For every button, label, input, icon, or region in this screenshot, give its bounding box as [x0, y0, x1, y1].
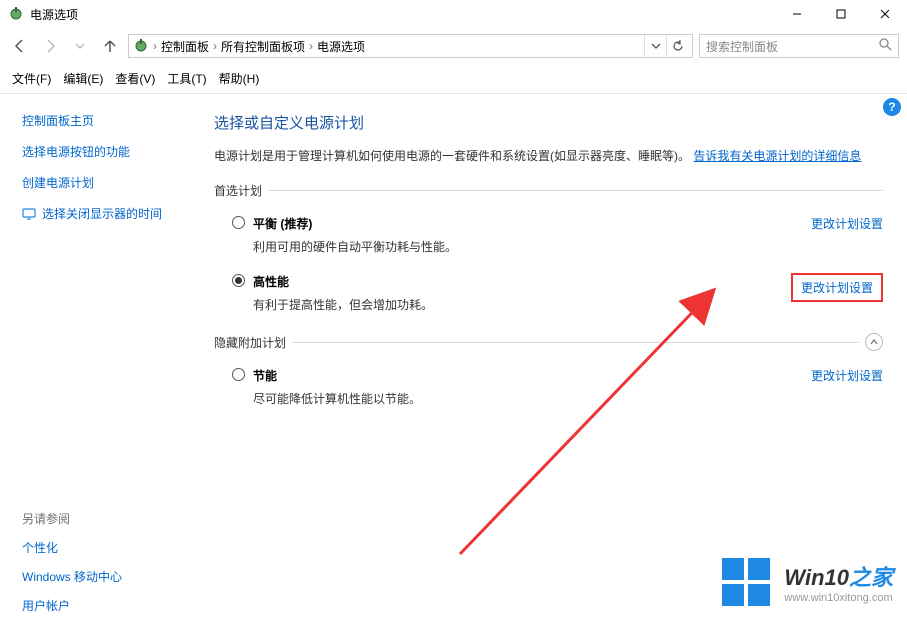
- change-plan-link-balanced[interactable]: 更改计划设置: [811, 215, 883, 232]
- menu-file[interactable]: 文件(F): [8, 68, 55, 89]
- plan-row-high-performance: 高性能 有利于提高性能，但会增加功耗。 更改计划设置: [214, 267, 883, 315]
- annotation-arrow: [440, 284, 730, 564]
- main-panel: 选择或自定义电源计划 电源计划是用于管理计算机如何使用电源的一套硬件和系统设置(…: [190, 94, 907, 624]
- plan-hint: 利用可用的硬件自动平衡功耗与性能。: [253, 238, 803, 255]
- menu-edit[interactable]: 编辑(E): [59, 68, 107, 89]
- breadcrumb-item[interactable]: 电源选项: [317, 38, 365, 55]
- breadcrumb-item[interactable]: 控制面板: [161, 38, 209, 55]
- up-button[interactable]: [98, 34, 122, 58]
- link-personalization[interactable]: 个性化: [22, 539, 174, 556]
- watermark: Win10之家 www.win10xitong.com: [722, 558, 893, 606]
- chevron-right-icon: ›: [153, 39, 157, 53]
- plan-name[interactable]: 高性能: [253, 273, 783, 290]
- search-icon: [879, 38, 892, 54]
- page-description: 电源计划是用于管理计算机如何使用电源的一套硬件和系统设置(如显示器亮度、睡眠等)…: [214, 147, 883, 166]
- plan-hint: 有利于提高性能，但会增加功耗。: [253, 296, 783, 313]
- title-bar: 电源选项: [0, 0, 907, 28]
- menu-view[interactable]: 查看(V): [111, 68, 159, 89]
- collapse-icon[interactable]: [865, 333, 883, 351]
- breadcrumb-icon: [133, 38, 149, 54]
- more-info-link[interactable]: 告诉我有关电源计划的详细信息: [693, 149, 861, 163]
- change-plan-link-power-saver[interactable]: 更改计划设置: [811, 367, 883, 384]
- recent-dropdown[interactable]: [68, 34, 92, 58]
- menu-tools[interactable]: 工具(T): [163, 68, 210, 89]
- preferred-plans-label: 首选计划: [214, 182, 883, 199]
- close-button[interactable]: [863, 0, 907, 28]
- breadcrumb-item[interactable]: 所有控制面板项: [221, 38, 305, 55]
- content-area: ? 控制面板主页 选择电源按钮的功能 创建电源计划 选择关闭显示器的时间 另请参…: [0, 94, 907, 624]
- refresh-button[interactable]: [666, 35, 688, 57]
- see-also-title: 另请参阅: [22, 510, 174, 527]
- watermark-url: www.win10xitong.com: [784, 592, 893, 604]
- window-controls: [775, 0, 907, 28]
- plan-radio-balanced[interactable]: [232, 216, 245, 229]
- control-panel-home-link[interactable]: 控制面板主页: [22, 112, 174, 129]
- window-title: 电源选项: [30, 6, 78, 23]
- minimize-button[interactable]: [775, 0, 819, 28]
- link-mobility-center[interactable]: Windows 移动中心: [22, 568, 174, 585]
- plan-row-power-saver: 节能 尽可能降低计算机性能以节能。 更改计划设置: [214, 361, 883, 409]
- link-user-accounts[interactable]: 用户帐户: [22, 597, 174, 614]
- sidebar-link-create-plan[interactable]: 创建电源计划: [22, 174, 174, 191]
- search-placeholder: 搜索控制面板: [706, 38, 778, 55]
- forward-button[interactable]: [38, 34, 62, 58]
- plan-radio-power-saver[interactable]: [232, 368, 245, 381]
- page-heading: 选择或自定义电源计划: [214, 112, 883, 133]
- sidebar-link-display-off[interactable]: 选择关闭显示器的时间: [42, 205, 162, 222]
- nav-bar: › 控制面板 › 所有控制面板项 › 电源选项 搜索控制面板: [0, 28, 907, 64]
- windows-logo-icon: [722, 558, 770, 606]
- search-input[interactable]: 搜索控制面板: [699, 34, 899, 58]
- sidebar: 控制面板主页 选择电源按钮的功能 创建电源计划 选择关闭显示器的时间 另请参阅 …: [0, 94, 190, 624]
- plan-name[interactable]: 平衡 (推荐): [253, 215, 803, 232]
- sidebar-link-power-button[interactable]: 选择电源按钮的功能: [22, 143, 174, 160]
- plan-row-balanced: 平衡 (推荐) 利用可用的硬件自动平衡功耗与性能。 更改计划设置: [214, 209, 883, 257]
- maximize-button[interactable]: [819, 0, 863, 28]
- app-icon: [8, 6, 24, 22]
- back-button[interactable]: [8, 34, 32, 58]
- plan-hint: 尽可能降低计算机性能以节能。: [253, 390, 803, 407]
- breadcrumb[interactable]: › 控制面板 › 所有控制面板项 › 电源选项: [128, 34, 693, 58]
- change-plan-link-high-performance[interactable]: 更改计划设置: [791, 273, 883, 302]
- menu-help[interactable]: 帮助(H): [215, 68, 264, 89]
- monitor-icon: [22, 207, 36, 221]
- plan-radio-high-performance[interactable]: [232, 274, 245, 287]
- watermark-brand: Win10之家: [784, 560, 893, 592]
- chevron-right-icon: ›: [213, 39, 217, 53]
- menu-bar: 文件(F) 编辑(E) 查看(V) 工具(T) 帮助(H): [0, 64, 907, 94]
- chevron-right-icon: ›: [309, 39, 313, 53]
- hidden-plans-label: 隐藏附加计划: [214, 333, 883, 351]
- plan-name[interactable]: 节能: [253, 367, 803, 384]
- breadcrumb-dropdown[interactable]: [644, 35, 666, 57]
